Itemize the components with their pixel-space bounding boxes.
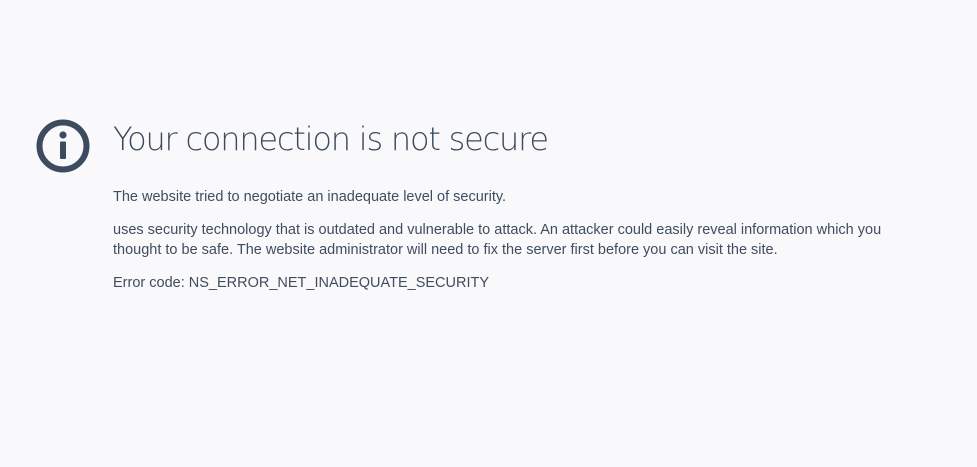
long-description: uses security technology that is outdate… <box>113 222 882 258</box>
short-description: The website tried to negotiate an inadeq… <box>113 189 507 205</box>
error-content: Your connection is not secure The websit… <box>113 116 903 293</box>
error-code: Error code: NS_ERROR_NET_INADEQUATE_SECU… <box>113 275 490 291</box>
info-icon <box>36 119 90 173</box>
page-title: Your connection is not secure <box>113 120 549 158</box>
error-page: Your connection is not secure The websit… <box>0 0 977 467</box>
